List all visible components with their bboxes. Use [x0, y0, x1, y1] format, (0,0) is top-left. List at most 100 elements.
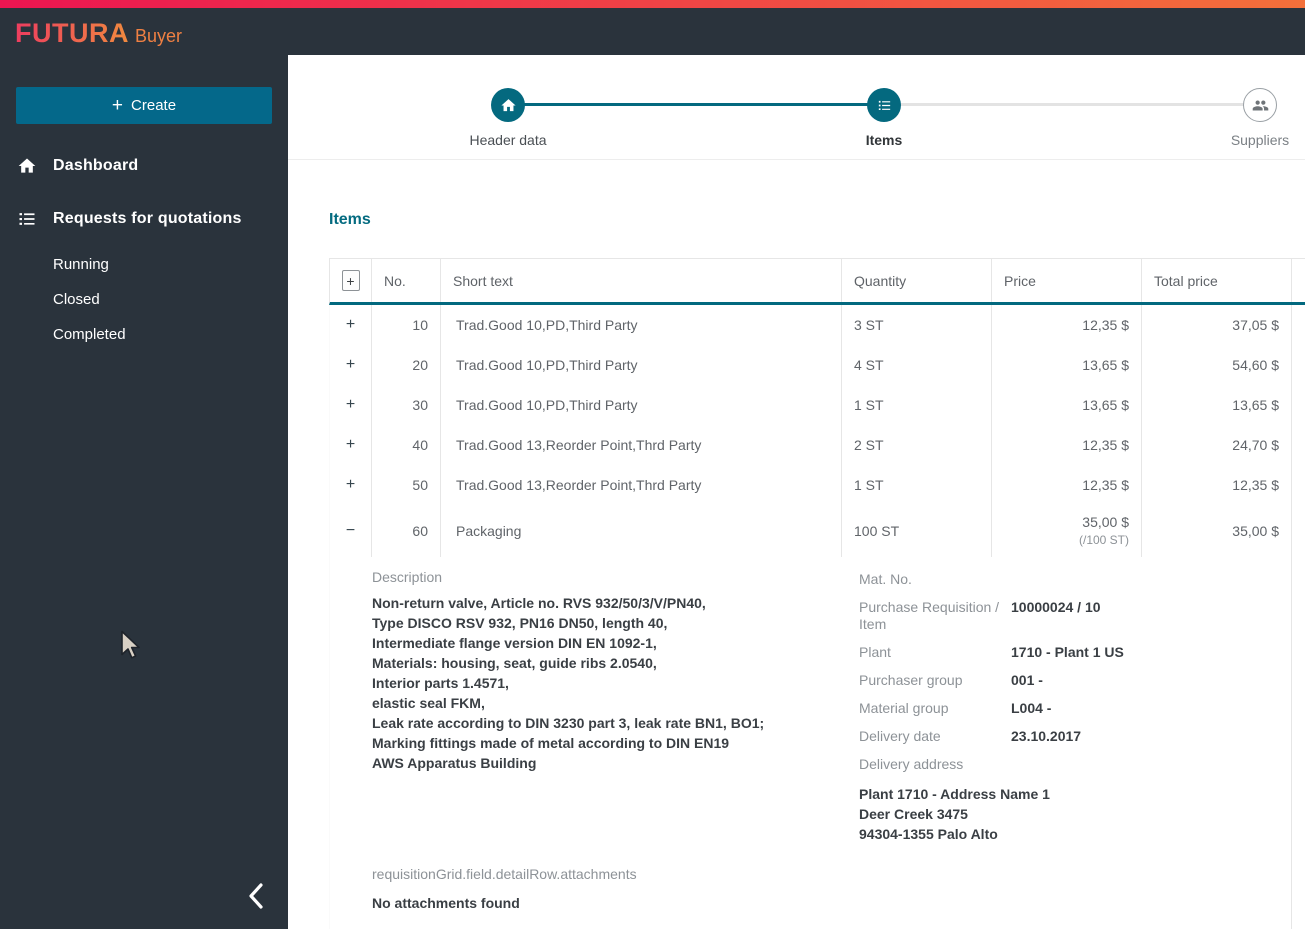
row-total-price: 35,00 $: [1142, 505, 1292, 557]
table-row[interactable]: + 50 Trad.Good 13,Reorder Point,Thrd Par…: [330, 465, 1305, 505]
list-icon: [17, 209, 37, 229]
row-short-text: Trad.Good 10,PD,Third Party: [441, 305, 842, 345]
step-suppliers[interactable]: Suppliers: [1190, 88, 1305, 148]
items-section-title: Items: [329, 211, 371, 228]
table-row[interactable]: + 20 Trad.Good 10,PD,Third Party 4 ST 13…: [330, 345, 1305, 385]
detail-description: Description Non-return valve, Article no…: [372, 569, 822, 773]
sidebar-item-dashboard[interactable]: Dashboard: [0, 150, 288, 182]
home-icon: [500, 97, 517, 114]
table-row[interactable]: + 40 Trad.Good 13,Reorder Point,Thrd Par…: [330, 425, 1305, 465]
row-quantity: 1 ST: [842, 385, 992, 425]
sidebar-item-running[interactable]: Running: [0, 247, 288, 282]
row-expand-toggle[interactable]: +: [346, 397, 355, 413]
row-detail-panel: Description Non-return valve, Article no…: [330, 557, 1292, 929]
sidebar-collapse-button[interactable]: [238, 880, 274, 916]
detail-field-label: Purchaser group: [859, 672, 963, 688]
people-icon: [1252, 97, 1269, 114]
row-total-price: 54,60 $: [1142, 345, 1292, 385]
step-label: Items: [865, 132, 903, 148]
row-no: 10: [372, 305, 441, 345]
step-circle: [867, 88, 901, 122]
detail-field-row: Purchase Requisition / Item 10000024 / 1…: [859, 599, 1279, 633]
detail-field-label: Plant: [859, 644, 891, 660]
step-label: Header data: [469, 132, 547, 148]
detail-field-value: 10000024 / 10: [1011, 599, 1101, 615]
items-grid-header: + No. Short text Quantity Price Total pr…: [329, 258, 1305, 305]
row-quantity: 4 ST: [842, 345, 992, 385]
list-icon: [876, 97, 893, 114]
description-line: Intermediate flange version DIN EN 1092-…: [372, 635, 657, 651]
header-cell-expand: +: [330, 259, 372, 302]
description-label: Description: [372, 569, 443, 585]
row-no: 20: [372, 345, 441, 385]
table-row[interactable]: + 10 Trad.Good 10,PD,Third Party 3 ST 12…: [330, 305, 1305, 345]
address-line: Deer Creek 3475: [859, 806, 968, 822]
sidebar-item-completed[interactable]: Completed: [0, 317, 288, 352]
row-expand-toggle[interactable]: +: [346, 357, 355, 373]
row-expand-toggle[interactable]: +: [346, 317, 355, 333]
row-price: 13,65 $: [1082, 397, 1129, 413]
row-short-text: Trad.Good 10,PD,Third Party: [441, 385, 842, 425]
detail-field-value: 23.10.2017: [1011, 728, 1082, 744]
row-short-text: Trad.Good 13,Reorder Point,Thrd Party: [441, 465, 842, 505]
sidebar-item-requests-for-quotations[interactable]: Requests for quotations: [0, 203, 288, 235]
expand-all-button[interactable]: +: [341, 270, 360, 291]
create-button[interactable]: + Create: [16, 87, 272, 124]
row-price: 12,35 $: [1082, 437, 1129, 453]
row-quantity: 1 ST: [842, 465, 992, 505]
attachments-empty-message: No attachments found: [372, 895, 520, 911]
row-expand-toggle[interactable]: +: [346, 477, 355, 493]
detail-fields: Mat. No. Purchase Requisition / Item 100…: [859, 571, 1279, 844]
row-no: 30: [372, 385, 441, 425]
description-line: Type DISCO RSV 932, PN16 DN50, length 40…: [372, 615, 668, 631]
app-logo: FUTURA Buyer: [15, 18, 182, 49]
step-circle: [1243, 88, 1277, 122]
sidebar-subitem-label: Closed: [53, 291, 100, 308]
sidebar-subitem-label: Running: [53, 256, 109, 273]
brand-product: Buyer: [134, 26, 183, 46]
description-line: elastic seal FKM,: [372, 695, 485, 711]
create-button-label: Create: [131, 97, 177, 114]
table-row[interactable]: + 30 Trad.Good 10,PD,Third Party 1 ST 13…: [330, 385, 1305, 425]
row-expand-toggle[interactable]: −: [346, 523, 355, 539]
step-items[interactable]: Items: [814, 88, 954, 148]
detail-field-row: Delivery date 23.10.2017: [859, 728, 1279, 745]
wizard-stepper: Header data Items Suppliers: [288, 55, 1305, 160]
description-line: Non-return valve, Article no. RVS 932/50…: [372, 595, 706, 611]
brand-name: FUTURA: [15, 18, 129, 48]
row-quantity: 2 ST: [842, 425, 992, 465]
attachments-label: requisitionGrid.field.detailRow.attachme…: [372, 866, 637, 882]
items-grid: + No. Short text Quantity Price Total pr…: [329, 258, 1305, 929]
chevron-left-icon: [247, 882, 265, 915]
row-quantity: 3 ST: [842, 305, 992, 345]
row-no: 50: [372, 465, 441, 505]
detail-field-label: Purchase Requisition / Item: [859, 599, 1000, 632]
row-total-price: 13,65 $: [1142, 385, 1292, 425]
description-line: AWS Apparatus Building: [372, 755, 537, 771]
step-header-data[interactable]: Header data: [438, 88, 578, 148]
header-cell-extra: [1292, 259, 1305, 302]
row-price: 13,65 $: [1082, 357, 1129, 373]
address-line: Plant 1710 - Address Name 1: [859, 786, 1050, 802]
table-row[interactable]: − 60 Packaging 100 ST 35,00 $ (/100 ST) 3…: [330, 505, 1305, 557]
detail-field-row: Material group L004 -: [859, 700, 1279, 717]
description-line: Leak rate according to DIN 3230 part 3, …: [372, 715, 765, 731]
description-line: Marking fittings made of metal according…: [372, 735, 730, 751]
description-text: Non-return valve, Article no. RVS 932/50…: [372, 593, 822, 773]
detail-field-value: L004 -: [1011, 700, 1052, 716]
row-no: 60: [372, 505, 441, 557]
sidebar-nav: Dashboard Requests for quotations Runnin…: [0, 150, 288, 352]
top-accent-bar: [0, 0, 1305, 8]
header-cell-short-text: Short text: [441, 259, 842, 302]
detail-field-row: Purchaser group 001 -: [859, 672, 1279, 689]
detail-attachments: requisitionGrid.field.detailRow.attachme…: [372, 866, 637, 911]
sidebar: FUTURA Buyer + Create Dashboard Requests …: [0, 8, 288, 929]
items-grid-body: + 10 Trad.Good 10,PD,Third Party 3 ST 12…: [329, 305, 1305, 929]
row-expand-toggle[interactable]: +: [346, 437, 355, 453]
main-content: Header data Items Suppliers Items + No. …: [288, 55, 1305, 929]
sidebar-item-closed[interactable]: Closed: [0, 282, 288, 317]
row-price-note: (/100 ST): [1078, 533, 1129, 547]
detail-field-label: Material group: [859, 700, 949, 716]
row-total-price: 37,05 $: [1142, 305, 1292, 345]
row-price: 12,35 $: [1082, 477, 1129, 493]
